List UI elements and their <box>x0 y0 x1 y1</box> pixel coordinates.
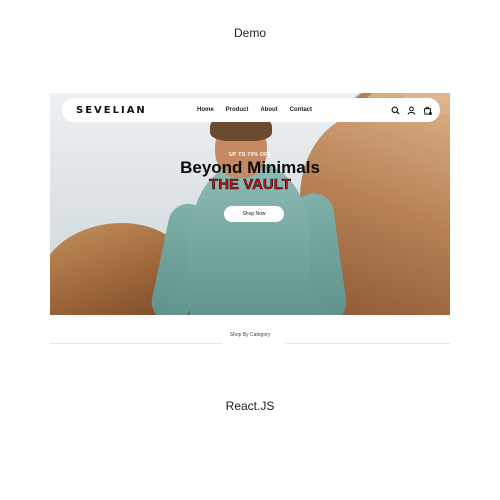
divider-right <box>285 343 450 344</box>
nav-link-contact[interactable]: Contact <box>290 107 312 113</box>
nav-menu: Home Product About Contact <box>197 98 312 122</box>
user-icon[interactable] <box>407 105 416 115</box>
cart-icon[interactable] <box>423 106 432 115</box>
divider-left <box>50 343 222 344</box>
nav-link-about[interactable]: About <box>260 107 277 113</box>
hero-subheadline: THE VAULT <box>209 176 291 193</box>
demo-caption: Demo <box>233 26 266 40</box>
hero-headline: Beyond Minimals <box>180 158 320 177</box>
shop-now-button[interactable]: Shop Now <box>224 206 284 222</box>
nav-link-home[interactable]: Home <box>197 107 214 113</box>
category-heading: Shop By Category <box>229 332 271 338</box>
top-navbar: SEVELIAN Home Product About Contact <box>62 98 440 122</box>
brand-logo[interactable]: SEVELIAN <box>76 105 147 116</box>
search-icon[interactable] <box>391 106 400 115</box>
website-preview: SEVELIAN Home Product About Contact UP T… <box>50 93 450 355</box>
reactjs-caption: React.JS <box>225 399 275 413</box>
nav-link-product[interactable]: Product <box>226 107 249 113</box>
hero-banner: SEVELIAN Home Product About Contact UP T… <box>50 93 450 315</box>
nav-icon-group <box>391 98 432 122</box>
shop-by-category-section: Shop By Category <box>50 325 450 344</box>
